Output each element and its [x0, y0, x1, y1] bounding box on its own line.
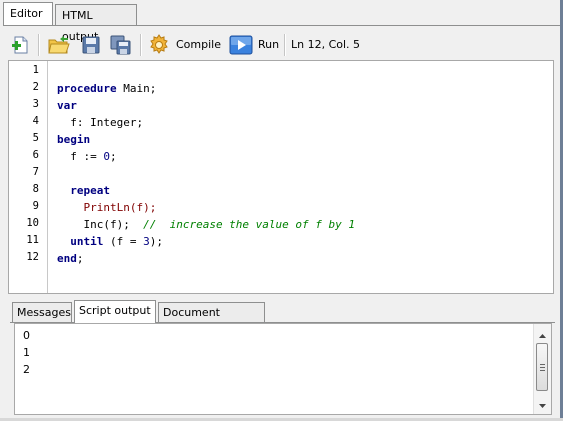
code-token: end	[57, 252, 77, 265]
line-number: 12	[26, 251, 39, 263]
chevron-down-icon	[539, 398, 546, 411]
code-token: // increase the value of f by 1	[143, 218, 356, 231]
code-token: PrintLn	[83, 201, 130, 214]
open-folder-icon	[48, 35, 70, 55]
code-token: ;	[76, 252, 84, 265]
tab-document-settings[interactable]: Document settings	[158, 302, 265, 339]
line-number: 1	[32, 64, 39, 76]
save-all-icon	[110, 35, 132, 55]
code-token: 3	[143, 235, 150, 248]
line-number: 5	[32, 132, 39, 144]
scrollbar-thumb[interactable]	[536, 343, 548, 391]
code-token: f :=	[57, 150, 104, 163]
toolbar-separator	[140, 34, 142, 56]
new-document-icon	[11, 35, 31, 55]
code-line: f := 0;	[57, 148, 117, 165]
code-token: 0	[103, 150, 110, 163]
code-line: until (f = 3);	[57, 233, 163, 250]
tab-editor[interactable]: Editor	[3, 2, 53, 25]
output-line: 0	[23, 329, 30, 342]
code-line: repeat	[57, 182, 110, 199]
line-number: 11	[26, 234, 39, 246]
line-number: 10	[26, 217, 39, 229]
code-token: (f);	[129, 201, 157, 214]
line-number: 9	[32, 200, 39, 212]
code-token: until	[70, 235, 104, 248]
line-number: 3	[32, 98, 39, 110]
code-editor[interactable]: 1 2 3 4 5 6 7 8 9 10 11 12 procedure Main; var f: In…	[8, 60, 554, 294]
save-button[interactable]	[78, 32, 104, 58]
line-number: 4	[32, 115, 39, 127]
tab-script-output-label: Script output	[79, 304, 151, 317]
tab-script-output[interactable]: Script output	[74, 300, 156, 323]
grip-line	[540, 370, 545, 371]
output-line: 1	[23, 346, 30, 359]
line-number: 2	[32, 81, 39, 93]
scroll-up-button[interactable]	[534, 326, 551, 342]
open-button[interactable]	[46, 32, 72, 58]
code-token: ;	[109, 150, 117, 163]
new-button[interactable]	[8, 32, 34, 58]
compile-button[interactable]	[146, 32, 172, 58]
output-line: 2	[23, 363, 30, 376]
compile-label[interactable]: Compile	[176, 38, 221, 52]
code-token: f: Integer;	[57, 116, 144, 129]
code-token: Main;	[116, 82, 157, 95]
save-all-button[interactable]	[108, 32, 134, 58]
code-token: (f =	[103, 235, 144, 248]
tab-html-output[interactable]: HTML output	[55, 4, 137, 43]
vertical-scrollbar[interactable]	[533, 324, 551, 414]
grip-line	[540, 364, 545, 365]
play-icon	[229, 35, 253, 55]
code-token: repeat	[70, 184, 110, 197]
gear-icon	[148, 34, 170, 56]
run-button[interactable]	[228, 32, 254, 58]
scroll-down-button[interactable]	[534, 396, 551, 412]
code-line: procedure Main;	[57, 80, 156, 97]
run-label[interactable]: Run	[258, 38, 279, 52]
script-output-panel[interactable]: 0 1 2	[14, 323, 552, 415]
code-line: Inc(f); // increase the value of f by 1	[57, 216, 355, 233]
code-token: var	[57, 99, 77, 112]
toolbar: Compile Run Ln 12, Col. 5	[6, 30, 559, 60]
code-line: f: Integer;	[57, 114, 143, 131]
code-area[interactable]: procedure Main; var f: Integer; begin f :=…	[57, 61, 553, 293]
code-line: end;	[57, 250, 84, 267]
toolbar-separator	[38, 34, 40, 56]
line-number: 6	[32, 149, 39, 161]
chevron-up-icon	[539, 328, 546, 341]
code-token: Inc(f);	[57, 218, 144, 231]
code-token: begin	[57, 133, 91, 146]
toolbar-separator	[284, 34, 286, 56]
tab-editor-label: Editor	[10, 7, 43, 20]
code-line: PrintLn(f);	[57, 199, 157, 216]
code-line: var	[57, 97, 77, 114]
grip-line	[540, 367, 545, 368]
save-disk-icon	[81, 35, 101, 55]
code-token: procedure	[57, 82, 117, 95]
tab-messages-label: Messages	[17, 306, 71, 319]
line-number-gutter: 1 2 3 4 5 6 7 8 9 10 11 12	[9, 61, 48, 293]
code-line: begin	[57, 131, 90, 148]
tab-messages[interactable]: Messages	[12, 302, 72, 322]
code-token: );	[149, 235, 163, 248]
cursor-position-status: Ln 12, Col. 5	[291, 38, 361, 51]
line-number: 8	[32, 183, 39, 195]
line-number: 7	[32, 166, 39, 178]
tab-divider	[3, 25, 560, 26]
